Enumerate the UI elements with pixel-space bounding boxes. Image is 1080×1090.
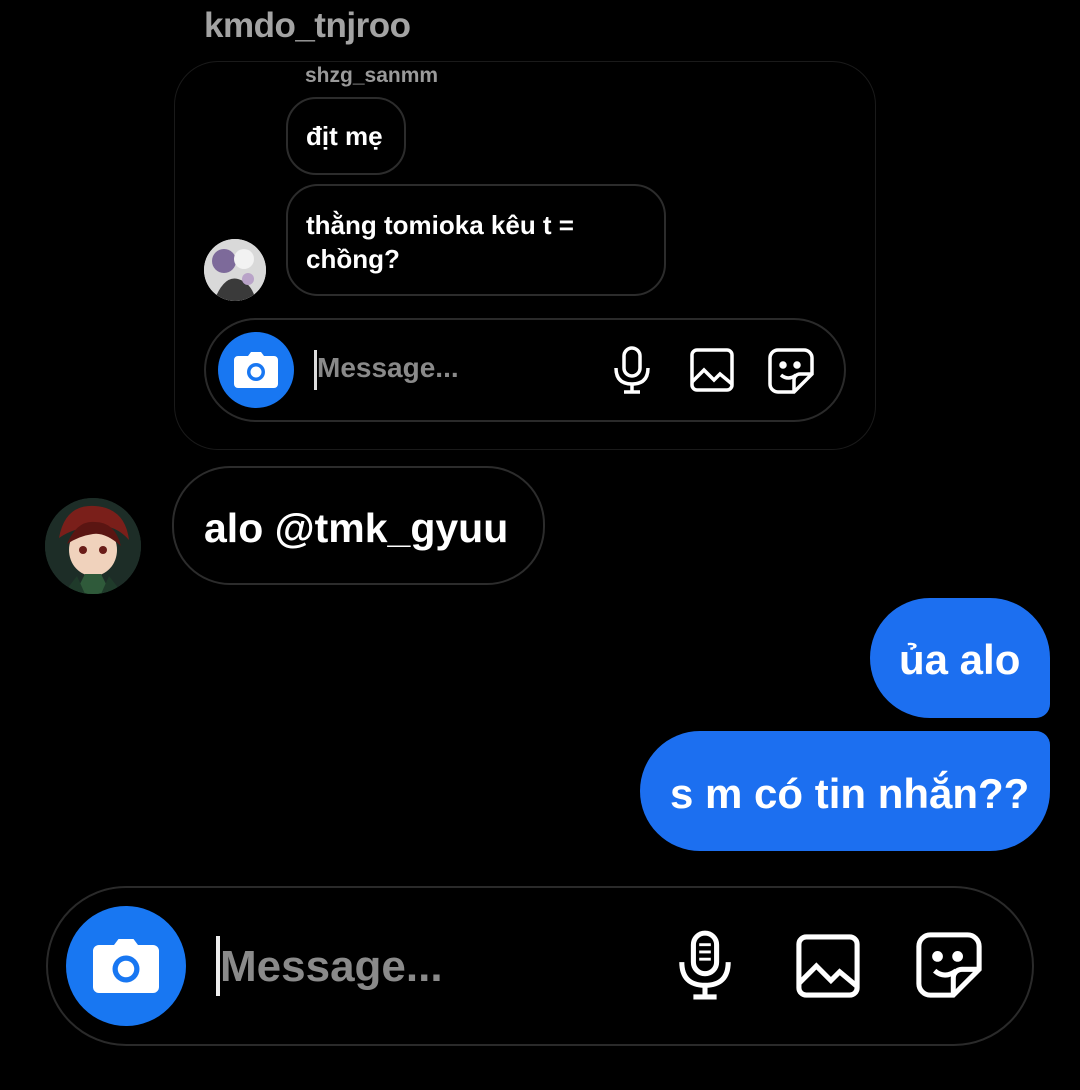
quoted-message: địt mẹ xyxy=(286,97,406,175)
sticker-button[interactable] xyxy=(916,932,982,1003)
sender-name: kmdo_tnjroo xyxy=(204,6,411,45)
image-icon xyxy=(796,934,860,998)
gallery-button[interactable] xyxy=(796,934,860,1003)
outgoing-message[interactable]: ủa alo xyxy=(870,598,1050,718)
quoted-camera-button xyxy=(218,332,294,408)
sticker-icon xyxy=(916,932,982,998)
image-icon xyxy=(690,348,734,397)
sender-avatar[interactable] xyxy=(45,498,141,594)
camera-button[interactable] xyxy=(66,906,186,1026)
quoted-message-placeholder: Message... xyxy=(317,352,459,383)
message-input[interactable]: Message... xyxy=(220,942,443,992)
camera-icon xyxy=(234,352,278,388)
quoted-message: thằng tomioka kêu t = chồng? xyxy=(286,184,666,296)
microphone-button[interactable] xyxy=(676,930,734,1005)
quoted-sender-name: shzg_sanmm xyxy=(305,64,439,87)
camera-icon xyxy=(93,939,159,993)
quoted-message-composer xyxy=(204,318,846,422)
incoming-message[interactable]: alo @tmk_gyuu xyxy=(172,466,545,585)
quoted-avatar xyxy=(204,239,266,301)
message-composer[interactable] xyxy=(46,886,1034,1046)
microphone-icon xyxy=(612,346,652,399)
outgoing-message[interactable]: s m có tin nhắn?? xyxy=(640,731,1050,851)
sticker-icon xyxy=(768,348,814,399)
microphone-icon xyxy=(679,930,731,1000)
